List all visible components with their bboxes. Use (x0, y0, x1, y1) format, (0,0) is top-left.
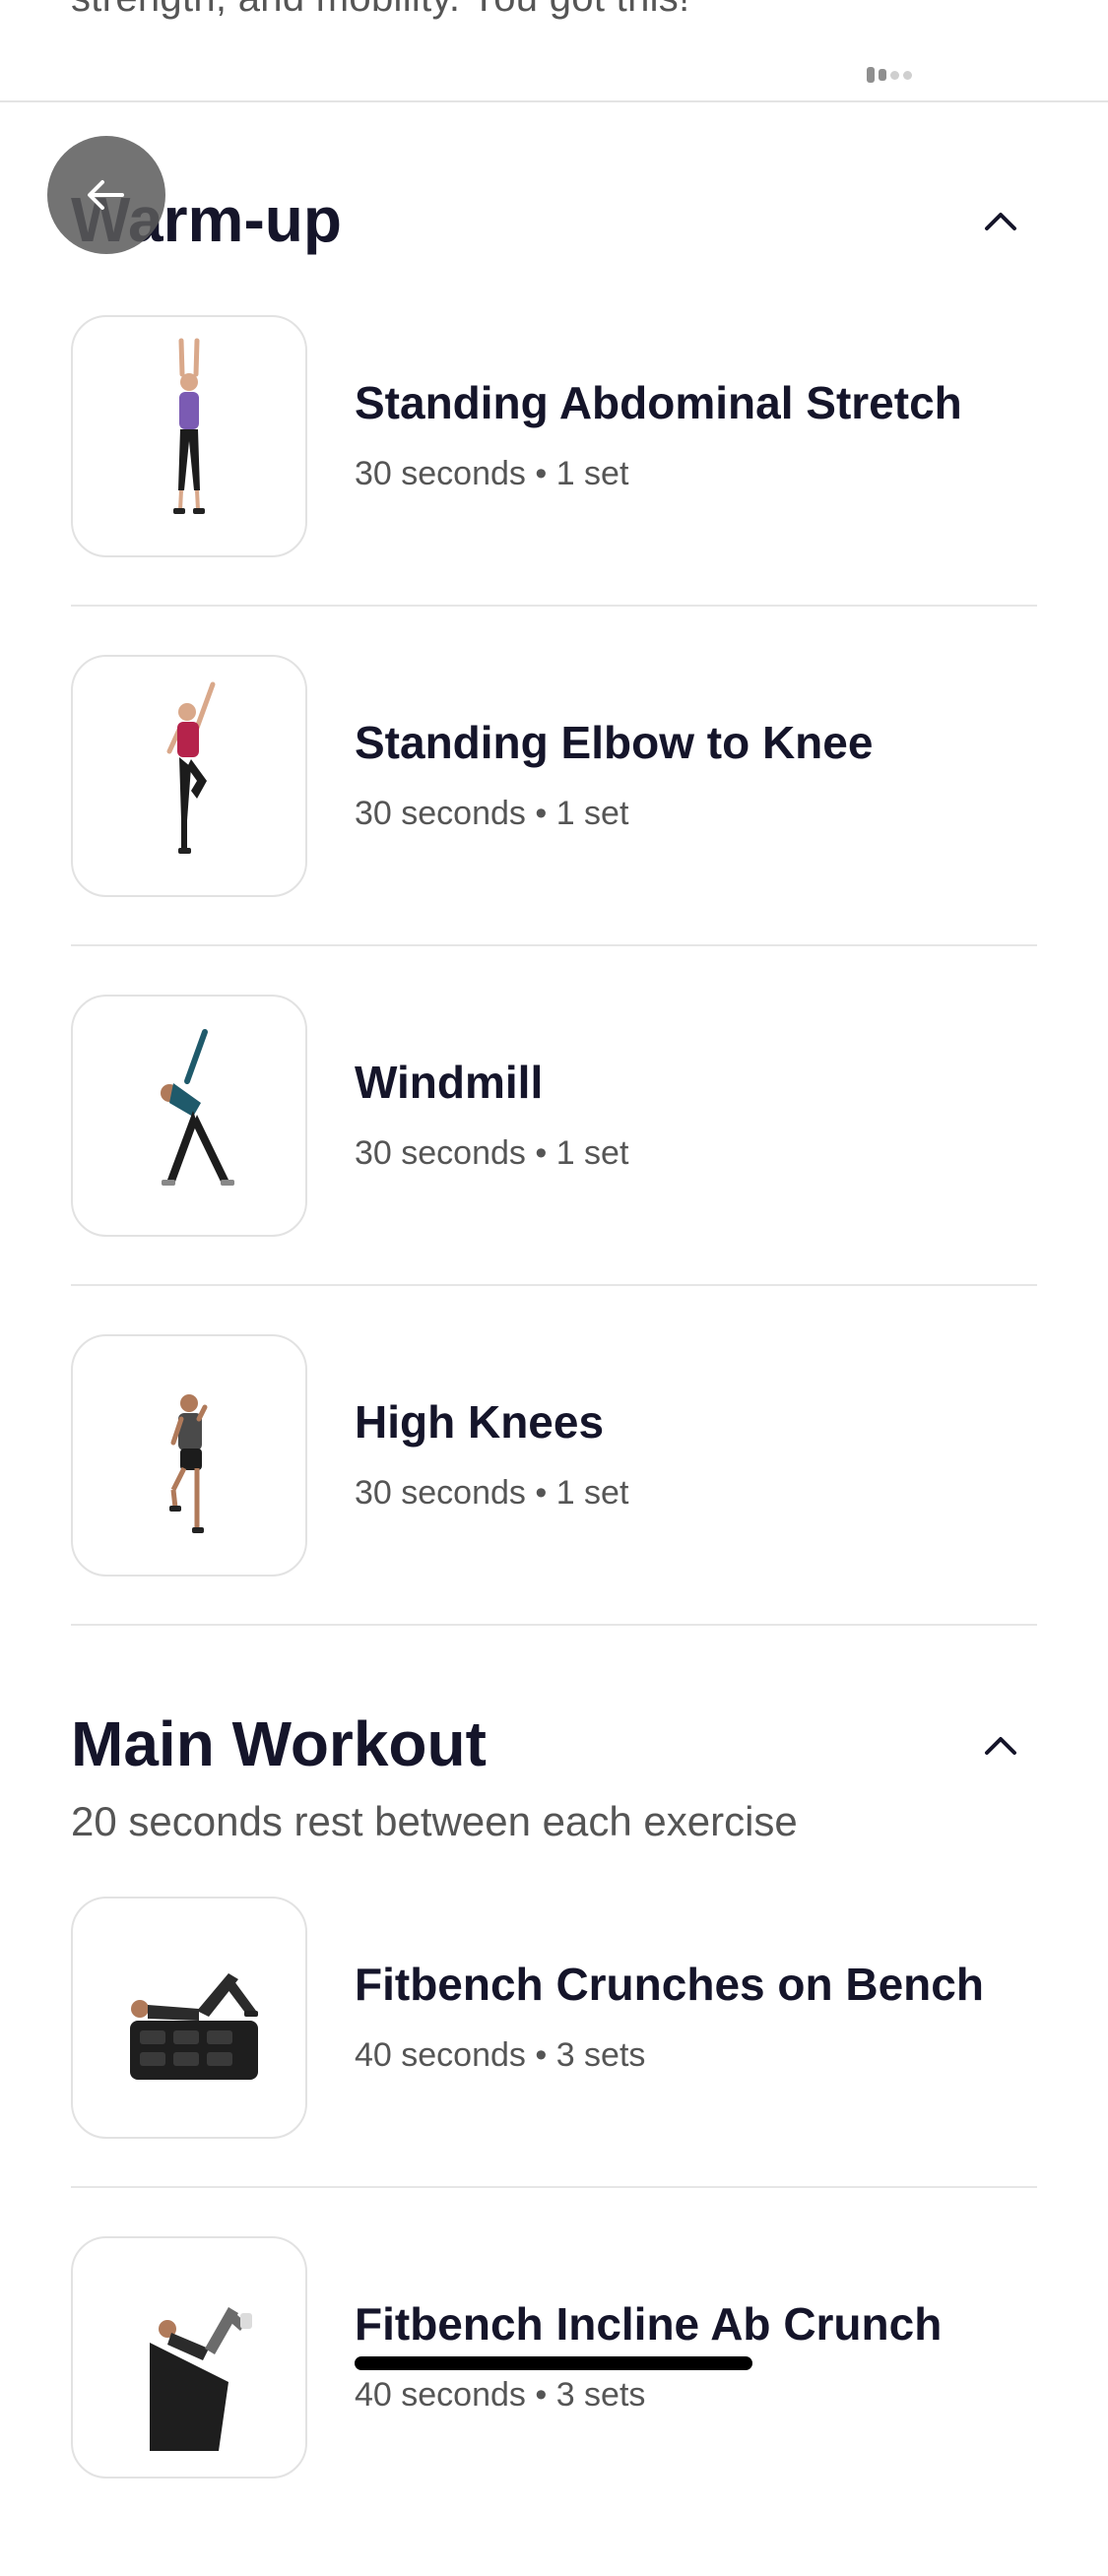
chevron-up-icon (985, 213, 1016, 230)
exercise-thumbnail (71, 315, 307, 557)
exercise-figure-image (166, 681, 216, 854)
exercise-meta: 30 seconds • 1 set (355, 455, 629, 492)
chevron-up-icon (985, 1737, 1016, 1755)
collapse-main-workout-button[interactable] (975, 1719, 1026, 1771)
exercise-thumbnail (71, 655, 307, 897)
exercise-item[interactable]: Fitbench Crunches on Bench 40 seconds • … (71, 1897, 1037, 2236)
exercise-figure-image (130, 1973, 258, 2080)
divider (71, 605, 1037, 607)
exercise-thumbnail (71, 1897, 307, 2139)
divider (71, 2186, 1037, 2188)
divider (71, 1624, 1037, 1626)
exercise-item[interactable]: Standing Elbow to Knee 30 seconds • 1 se… (71, 655, 1037, 995)
divider (71, 1284, 1037, 1286)
exercise-meta: 30 seconds • 1 set (355, 1134, 629, 1172)
back-button[interactable] (47, 136, 165, 254)
divider (71, 944, 1037, 946)
exercise-figure-image (173, 338, 205, 514)
exercise-item[interactable]: Windmill 30 seconds • 1 set (71, 995, 1037, 1334)
exercise-item[interactable]: Fitbench Incline Ab Crunch 40 seconds • … (71, 2236, 1037, 2576)
exercise-meta: 30 seconds • 1 set (355, 1474, 629, 1512)
exercise-item[interactable]: Standing Abdominal Stretch 30 seconds • … (71, 315, 1037, 655)
workout-description: strength, and mobility. You got this! (71, 0, 690, 21)
exercise-name: Fitbench Incline Ab Crunch (355, 2298, 943, 2350)
header-description-strip: strength, and mobility. You got this! (0, 0, 1108, 102)
exercise-meta: 40 seconds • 3 sets (355, 2376, 646, 2414)
exercise-name: High Knees (355, 1396, 605, 1448)
section-subtitle: 20 seconds rest between each exercise (71, 1798, 798, 1844)
exercise-thumbnail (71, 995, 307, 1237)
exercise-figure-image (169, 1394, 208, 1533)
exercise-name: Standing Elbow to Knee (355, 717, 874, 768)
exercise-meta: 30 seconds • 1 set (355, 795, 629, 832)
home-indicator[interactable] (355, 2356, 752, 2370)
exercise-figure-image (161, 1029, 234, 1186)
exercise-name: Fitbench Crunches on Bench (355, 1959, 984, 2010)
exercise-thumbnail (71, 1334, 307, 1577)
page-indicator (867, 67, 912, 83)
exercise-name: Standing Abdominal Stretch (355, 377, 962, 428)
exercise-thumbnail (71, 2236, 307, 2479)
section-title-main-workout: Main Workout (71, 1708, 487, 1779)
collapse-warm-up-button[interactable] (975, 195, 1026, 246)
exercise-figure-image (150, 2307, 252, 2451)
arrow-left-icon (88, 180, 124, 210)
exercise-name: Windmill (355, 1057, 544, 1108)
exercise-item[interactable]: High Knees 30 seconds • 1 set (71, 1334, 1037, 1674)
exercise-meta: 40 seconds • 3 sets (355, 2036, 646, 2074)
